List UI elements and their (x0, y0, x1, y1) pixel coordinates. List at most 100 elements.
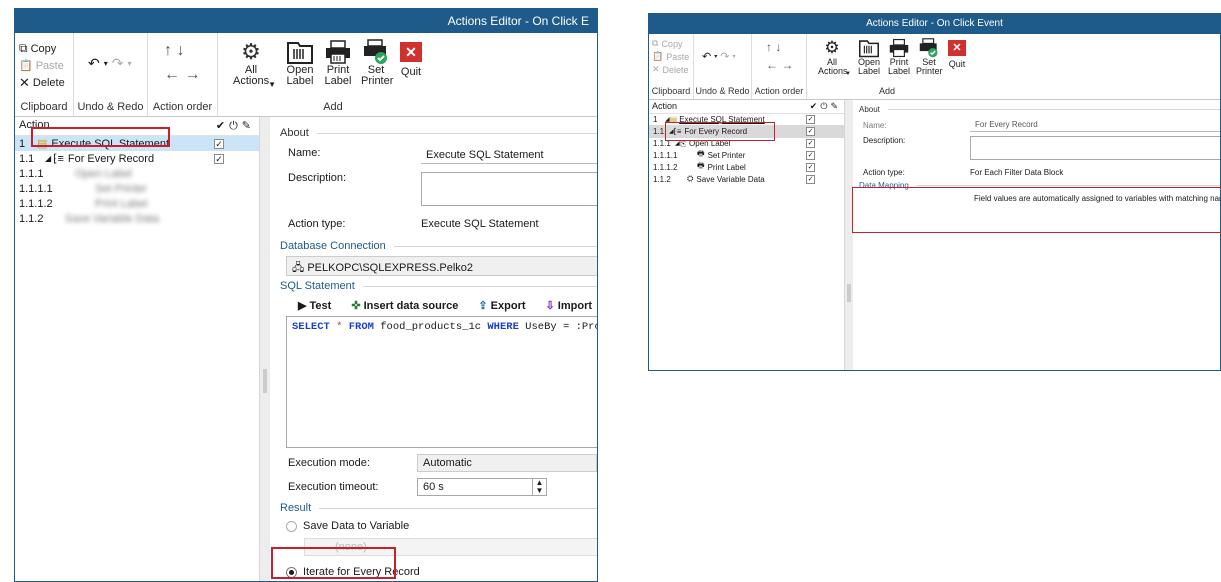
window-title: Actions Editor - On Click E (15, 9, 597, 33)
vertical-scrollbar[interactable] (260, 117, 270, 581)
action-order-group: ↑ ↓ ← → Action order (752, 34, 807, 99)
name-field[interactable]: For Every Record (970, 118, 1220, 132)
copy-button[interactable]: ⧉ Copy (652, 38, 693, 49)
print-label-button[interactable]: Print Label (885, 38, 913, 76)
sql-editor[interactable]: SELECT * FROM food_products_1c WHERE Use… (286, 316, 597, 448)
move-left-icon[interactable]: ← (766, 58, 778, 72)
move-up-icon[interactable]: ↑ (164, 42, 172, 59)
dropdown-arrow-icon: ▼ (845, 71, 851, 77)
enable-checkbox[interactable]: ✓ (806, 162, 815, 172)
properties-panel: About Name: For Every Record Description… (859, 105, 1221, 203)
set-printer-button[interactable]: Set Printer (915, 38, 943, 76)
copy-icon: ⧉ (19, 41, 28, 55)
tree-row-print-label[interactable]: 1.1.1.2 Print Label (15, 196, 259, 211)
move-down-icon[interactable]: ↓ (176, 42, 184, 59)
enable-checkbox[interactable]: ✓ (806, 139, 815, 148)
panel-scrollbar[interactable] (263, 369, 267, 393)
description-field[interactable] (421, 172, 597, 206)
add-group: ⚙ All Actions ▼ Open Label Print Label S… (218, 33, 558, 116)
move-right-icon[interactable]: → (184, 66, 200, 83)
play-icon: ▶ (298, 299, 307, 312)
enable-checkbox[interactable]: ✓ (806, 174, 815, 184)
all-actions-button[interactable]: ⚙ All Actions ▼ (813, 38, 851, 77)
move-right-icon[interactable]: → (781, 58, 793, 72)
tree-row-set-printer[interactable]: 1.1.1.1 Set Printer (15, 181, 259, 196)
execution-mode-select[interactable]: Automatic (417, 454, 597, 472)
dropdown-arrow-icon[interactable]: ▾ (104, 55, 108, 73)
quit-button[interactable]: ✕ Quit (945, 38, 969, 69)
open-label-button[interactable]: Open Label (855, 38, 883, 76)
tree-row-set-printer[interactable]: 1.1.1.1 🖶 Set Printer ✓ (649, 149, 844, 161)
undo-group-label: Undo & Redo (695, 86, 750, 96)
expand-arrow-icon[interactable]: ◢ (45, 154, 51, 163)
enable-checkbox[interactable]: ✓ (806, 150, 815, 160)
database-connection-field[interactable]: 🖧 PELKOPC\SQLEXPRESS.Pelko2 (286, 256, 597, 276)
radio-button[interactable] (286, 520, 297, 532)
copy-button[interactable]: ⧉ Copy (19, 41, 73, 56)
paste-button[interactable]: 📋 Paste (652, 51, 693, 62)
about-section: About (859, 105, 1220, 114)
panel-scrollbar[interactable] (847, 284, 851, 302)
enable-checkbox[interactable]: ✓ (214, 153, 224, 164)
printer-icon (326, 40, 350, 64)
vertical-scrollbar[interactable] (845, 100, 853, 370)
import-button[interactable]: ⇩ Import (546, 299, 593, 312)
checkmark-icon: ✔ (215, 120, 230, 132)
name-field[interactable]: Execute SQL Statement (421, 147, 597, 164)
database-connection-icon: 🖧 (292, 262, 305, 274)
enable-checkbox[interactable]: ✓ (806, 115, 815, 124)
insert-data-source-button[interactable]: ✜ Insert data source (351, 299, 458, 312)
tree-row-print-label[interactable]: 1.1.1.2 🖶 Print Label ✓ (649, 161, 844, 173)
close-icon: ✕ (948, 40, 966, 56)
execution-timeout-input[interactable]: 60 s ▲ ▼ (417, 478, 547, 496)
set-printer-button[interactable]: Set Printer (358, 39, 394, 87)
result-section: Result (280, 502, 597, 514)
undo-icon[interactable]: ↶ (702, 50, 711, 64)
add-group-label: Add (878, 86, 895, 96)
ribbon: ⧉ Copy 📋 Paste ✕ Delete Clipboard ↶ ▾ ↷ ▾ Und… (15, 33, 597, 117)
action-tree-header: Action ✔⏻✎ (649, 100, 844, 114)
delete-button[interactable]: ✕ Delete (19, 75, 73, 91)
quit-button[interactable]: ✕ Quit (396, 39, 426, 78)
tree-row-for-every-record[interactable]: 1.1 ◢ ⁅≡ For Every Record ✓ (15, 151, 259, 166)
all-actions-button[interactable]: ⚙ All Actions ▼ (226, 39, 276, 89)
print-label-button[interactable]: Print Label (320, 39, 356, 87)
spinner-icon[interactable]: ▲ ▼ (532, 479, 546, 495)
power-icon: ⏻ (229, 120, 242, 132)
insert-data-source-icon: ✜ (351, 299, 361, 312)
tree-row-save-variable[interactable]: 1.1.2 ⛭ Save Variable Data ✓ (649, 173, 844, 185)
database-connection-section: Database Connection (280, 240, 597, 252)
loop-icon: ⁅≡ (53, 153, 64, 165)
delete-button[interactable]: ✕ Delete (652, 64, 693, 75)
pencil-icon: ✎ (830, 101, 841, 111)
tree-row-save-variable[interactable]: 1.1.2 Save Variable Data (15, 211, 259, 226)
description-field[interactable] (970, 136, 1220, 160)
move-down-icon[interactable]: ↓ (775, 40, 781, 54)
move-up-icon[interactable]: ↑ (766, 40, 772, 54)
redo-icon[interactable]: ↷ (720, 50, 729, 64)
highlight-box (31, 127, 170, 147)
paste-button[interactable]: 📋 Paste (19, 59, 73, 73)
undo-group-label: Undo & Redo (77, 101, 144, 113)
action-order-label: Action order (754, 86, 804, 96)
window-title: Actions Editor - On Click Event (649, 14, 1220, 34)
power-icon: ⏻ (820, 101, 831, 111)
dropdown-arrow-icon[interactable]: ▾ (732, 50, 735, 64)
dropdown-arrow-icon[interactable]: ▾ (127, 55, 131, 73)
enable-checkbox[interactable]: ✓ (806, 127, 815, 136)
enable-checkbox[interactable]: ✓ (214, 138, 224, 149)
save-data-radio[interactable]: Save Data to Variable (280, 520, 597, 532)
tree-row-open-label[interactable]: 1.1.1 Open Label (15, 166, 259, 181)
move-left-icon[interactable]: ← (164, 66, 180, 83)
undo-redo-group: ↶ ▾ ↷ ▾ Undo & Redo (694, 34, 752, 99)
delete-icon: ✕ (19, 75, 30, 90)
undo-redo-group: ↶ ▾ ↷ ▾ Undo & Redo (74, 33, 148, 116)
redo-icon[interactable]: ↷ (112, 55, 124, 73)
dropdown-arrow-icon[interactable]: ▾ (714, 50, 717, 64)
undo-icon[interactable]: ↶ (88, 55, 100, 73)
open-label-button[interactable]: Open Label (282, 39, 318, 87)
sql-toolbar: ▶ Test ✜ Insert data source ⇪ Export ⇩ I… (280, 296, 597, 314)
close-icon: ✕ (400, 42, 422, 62)
export-button[interactable]: ⇪ Export (478, 299, 525, 312)
test-button[interactable]: ▶ Test (298, 299, 331, 312)
